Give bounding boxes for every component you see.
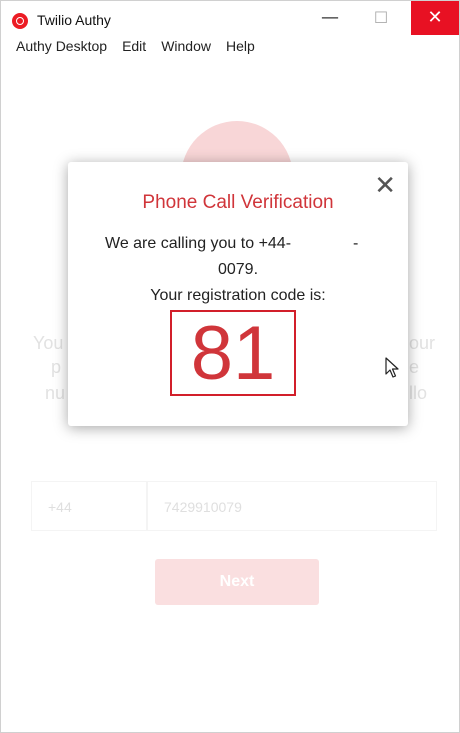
mouse-pointer-icon	[385, 357, 399, 378]
code-label: Your registration code is:	[150, 287, 326, 304]
number-tail: 0079.	[217, 261, 259, 278]
calling-suffix: -	[353, 235, 359, 252]
menu-window[interactable]: Window	[161, 38, 211, 60]
calling-prefix: We are calling you to +44-	[105, 235, 292, 252]
phone-call-verification-dialog: ✕ Phone Call Verification We are calling…	[68, 162, 408, 426]
window-title: Twilio Authy	[37, 12, 111, 28]
app-window: Twilio Authy — ☐ ✕ Authy Desktop Edit Wi…	[0, 0, 460, 733]
calling-message: We are calling you to +44- -	[105, 235, 358, 253]
title-bar: Twilio Authy — ☐ ✕	[1, 1, 459, 35]
menu-bar: Authy Desktop Edit Window Help	[1, 38, 270, 60]
close-window-button[interactable]: ✕	[411, 1, 459, 35]
minimize-button[interactable]: —	[307, 1, 353, 35]
registration-code: 81	[170, 310, 296, 396]
menu-help[interactable]: Help	[226, 38, 255, 60]
maximize-button[interactable]: ☐	[358, 1, 404, 35]
dialog-title: Phone Call Verification	[142, 192, 334, 213]
menu-edit[interactable]: Edit	[122, 38, 146, 60]
menu-authy-desktop[interactable]: Authy Desktop	[16, 38, 107, 60]
authy-logo-icon	[12, 13, 28, 29]
redacted-number	[291, 236, 354, 251]
